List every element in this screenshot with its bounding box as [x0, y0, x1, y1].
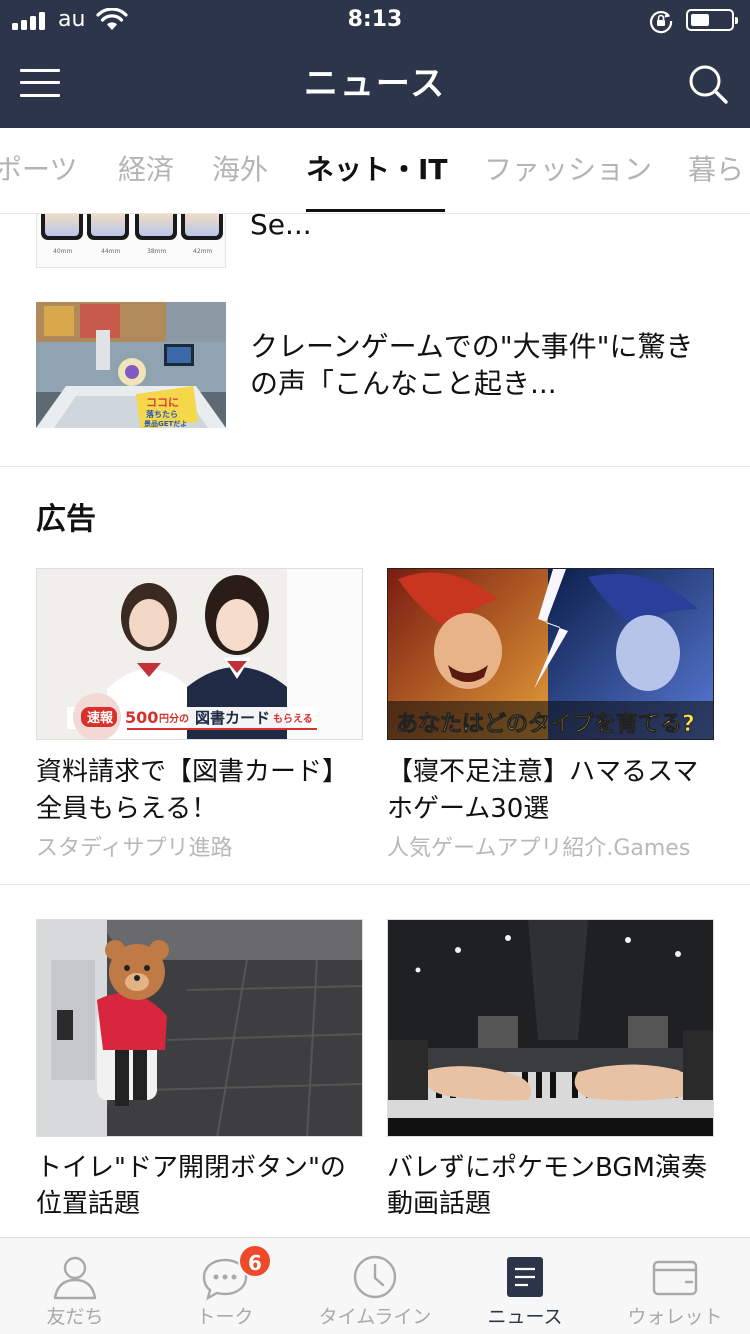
ad-title[interactable]: 資料請求で【図書カード】	[36, 754, 348, 791]
app-header: au 8:13 ニュース	[0, 0, 750, 128]
ad-game-art: あなたはどのタイプを育てる?	[388, 569, 713, 739]
nav-friends[interactable]: 友だち	[0, 1238, 150, 1334]
news-title[interactable]: クレーンゲームでの"大事件"に驚き	[250, 328, 694, 365]
ad-title[interactable]: 【寝不足注意】ハマるスマ	[387, 754, 698, 791]
news-title-line2[interactable]: の声「こんなこと起き...	[250, 365, 557, 402]
ads-section-title: 広告	[36, 502, 96, 537]
battery-icon	[686, 9, 738, 31]
category-tabs: ポーツ 経済 海外 ネット・IT ファッション 暮ら	[0, 128, 750, 214]
news-thumbnail-crane-game[interactable]: ココに 落ちたら 景品GETだよ	[36, 302, 226, 428]
nav-timeline[interactable]: タイムライン	[300, 1238, 450, 1334]
nav-label: ウォレット	[627, 1306, 723, 1328]
news-thumbnail-watches[interactable]: 40mm 44mm 38mm 42mm	[36, 214, 226, 268]
tab-overseas[interactable]: 海外	[212, 150, 268, 190]
nav-label: ニュース	[487, 1306, 563, 1328]
crane-sign-text: 落ちたら	[146, 409, 178, 419]
nav-label: トーク	[196, 1306, 254, 1328]
ad-title-line2[interactable]: 全員もらえる！	[36, 791, 217, 828]
tab-lifestyle[interactable]: 暮ら	[688, 150, 744, 190]
ad-game-banner: あなたはどのタイプを育てる?	[396, 711, 695, 737]
news-title-line2[interactable]: 動画話題	[387, 1186, 491, 1223]
ad-banner-flash: 速報	[87, 710, 114, 726]
active-tab-indicator	[306, 209, 445, 212]
nav-label: 友だち	[46, 1306, 104, 1328]
ad-image-game[interactable]: あなたはどのタイプを育てる?	[387, 568, 714, 740]
nav-talk[interactable]: 6 トーク	[150, 1238, 300, 1334]
nav-wallet[interactable]: ウォレット	[600, 1238, 750, 1334]
wallet-icon	[652, 1260, 698, 1296]
news-title[interactable]: Se...	[250, 206, 312, 243]
status-bar: au 8:13	[0, 0, 750, 40]
clock-icon	[353, 1255, 397, 1299]
ad-source: 人気ゲームアプリ紹介.Games	[387, 836, 691, 861]
thumb-label: 44mm	[101, 248, 121, 255]
ad-source: スタディサプリ進路	[36, 836, 233, 861]
crane-game-photo: ココに 落ちたら 景品GETだよ	[36, 302, 226, 428]
tab-net-it[interactable]: ネット・IT	[306, 150, 448, 190]
thumb-label: 40mm	[53, 248, 73, 255]
news-image-toilet[interactable]	[36, 919, 363, 1137]
section-divider	[0, 884, 750, 885]
news-title[interactable]: トイレ"ドア開閉ボタン"の	[36, 1150, 346, 1187]
unread-badge: 6	[238, 1244, 272, 1278]
news-image-piano[interactable]	[387, 919, 714, 1137]
thumb-label: 42mm	[193, 248, 213, 255]
section-divider	[0, 466, 750, 467]
tab-fashion[interactable]: ファッション	[484, 150, 652, 190]
crane-sign-text: 景品GETだよ	[143, 419, 187, 428]
ad-image-study[interactable]: 速報 500 円分の 図書カード もらえる	[36, 568, 363, 740]
ad-banner-tail: もらえる	[273, 713, 313, 725]
ad-banner-unit: 円分の	[159, 712, 189, 725]
search-icon[interactable]	[686, 62, 730, 106]
crane-sign-text: ココに	[146, 396, 179, 409]
nav-label: タイムライン	[318, 1306, 432, 1328]
rotation-lock-icon	[650, 11, 673, 34]
nav-news[interactable]: ニュース	[450, 1238, 600, 1334]
news-icon	[507, 1257, 543, 1297]
ad-photo-students: 速報 500 円分の 図書カード もらえる	[37, 569, 362, 739]
news-title-line2[interactable]: 位置話題	[36, 1186, 140, 1223]
bottom-nav: 友だち 6 トーク タイムライン ニュース ウォレット	[0, 1237, 750, 1334]
ad-banner-main: 図書カード	[195, 709, 270, 727]
news-title[interactable]: バレずにポケモンBGM演奏	[387, 1150, 707, 1187]
tab-economy[interactable]: 経済	[118, 150, 174, 190]
ad-banner-amount: 500	[125, 708, 158, 727]
piano-photo	[388, 920, 713, 1136]
friends-icon	[53, 1256, 97, 1300]
toilet-photo	[37, 920, 362, 1136]
thumb-label: 38mm	[147, 248, 167, 255]
tab-sports[interactable]: ポーツ	[0, 150, 77, 190]
ad-title-line2[interactable]: ホゲーム30選	[387, 791, 549, 828]
status-time: 8:13	[347, 7, 403, 32]
page-title: ニュース	[303, 64, 447, 104]
